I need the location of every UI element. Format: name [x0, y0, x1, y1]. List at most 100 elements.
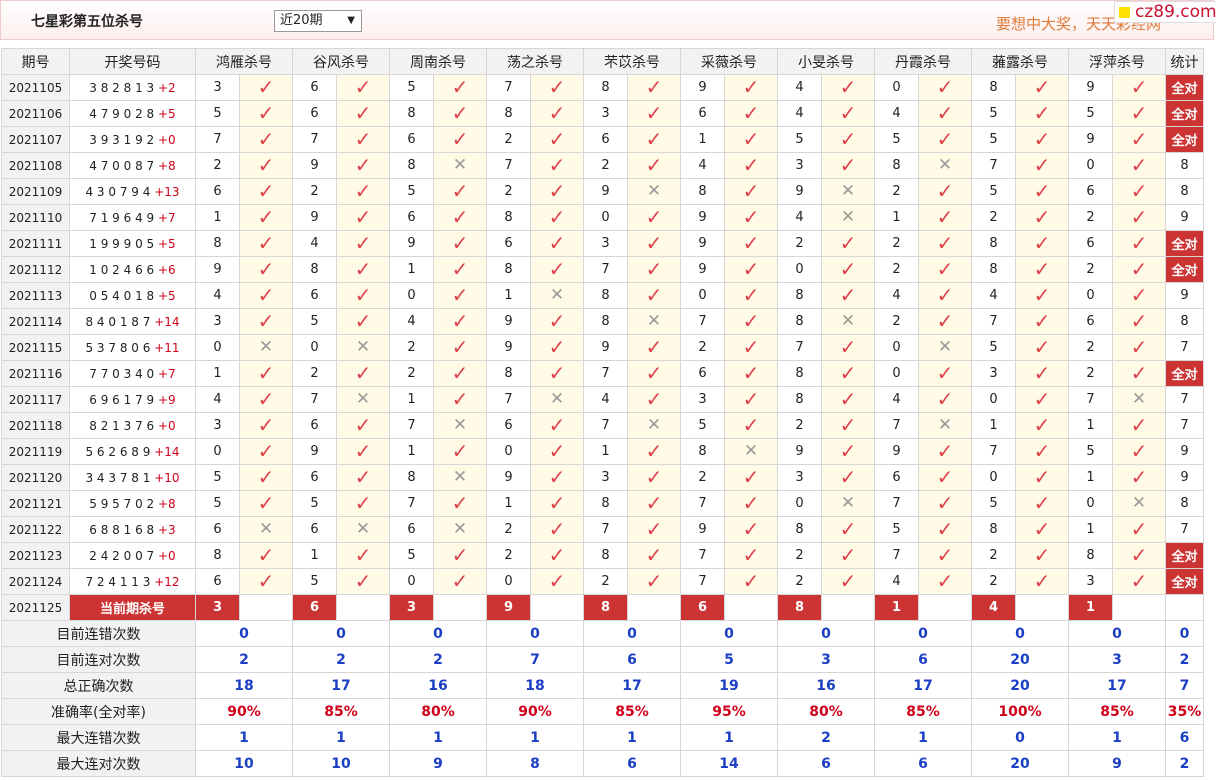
stats-value: 16 [389, 672, 487, 699]
check-icon: ✓ [742, 283, 760, 307]
cross-icon: ✕ [452, 155, 468, 175]
kill-number-cell: 7 [680, 308, 725, 335]
issue-cell: 2021111 [1, 230, 70, 257]
check-icon: ✓ [257, 387, 275, 411]
check-icon: ✓ [839, 543, 857, 567]
check-icon: ✓ [1033, 439, 1051, 463]
result-mark-cell: ✓ [1112, 360, 1166, 387]
result-mark-cell: ✓ [627, 386, 681, 413]
kill-number-cell: 1 [874, 204, 919, 231]
draw-cell: 7 1 9 6 4 9 +7 [69, 204, 196, 231]
check-icon: ✓ [1130, 231, 1148, 255]
result-mark-cell: ✓ [724, 282, 778, 309]
kill-number-cell: 7 [583, 360, 628, 387]
kill-number-cell: 6 [486, 412, 531, 439]
result-mark-cell: ✓ [918, 490, 972, 517]
kill-number-cell: 2 [1068, 204, 1113, 231]
kill-number-cell: 2 [1068, 360, 1113, 387]
correct-count-cell: 9 [1165, 438, 1204, 465]
kill-number-cell: 4 [971, 282, 1016, 309]
check-icon: ✓ [645, 153, 663, 177]
cross-icon: ✕ [355, 519, 371, 539]
issue-cell: 2021106 [1, 100, 70, 127]
result-mark-cell: ✓ [821, 412, 875, 439]
col-header-expert: 采薇杀号 [680, 48, 778, 75]
result-mark-cell: ✓ [239, 74, 293, 101]
result-mark-cell: ✕ [1112, 386, 1166, 413]
kill-number-cell: 0 [195, 334, 240, 361]
result-mark-cell: ✓ [239, 308, 293, 335]
check-icon: ✓ [742, 75, 760, 99]
kill-number-cell: 0 [1068, 490, 1113, 517]
draw-numbers: 3 8 2 8 1 3 [89, 80, 155, 95]
check-icon: ✓ [742, 179, 760, 203]
table-row: 2021110 7 1 9 6 4 9 +7 1 ✓ 9 ✓ 6 ✓ 8 ✓ 0 ✓ 9 ✓ 4 ✕ 1 ✓ 2 ✓ 2… [1, 204, 1204, 231]
result-mark-cell: ✓ [918, 282, 972, 309]
site-logo[interactable]: cz89.com [1114, 1, 1216, 23]
result-mark-cell: ✓ [530, 230, 584, 257]
result-mark-cell: ✓ [336, 178, 390, 205]
result-mark-cell: ✓ [627, 542, 681, 569]
correct-count-cell: 7 [1165, 334, 1204, 361]
kill-number-cell: 7 [583, 516, 628, 543]
result-mark-cell: ✓ [724, 230, 778, 257]
kill-number-cell: 8 [777, 308, 822, 335]
kill-number-cell: 8 [583, 74, 628, 101]
kill-number-cell: 3 [195, 74, 240, 101]
kill-number-cell: 2 [971, 568, 1016, 595]
result-mark-cell: ✓ [239, 126, 293, 153]
draw-numbers: 6 9 6 1 7 9 [89, 392, 155, 407]
result-mark-cell: ✓ [821, 334, 875, 361]
table-row: 2021121 5 9 5 7 0 2 +8 5 ✓ 5 ✓ 7 ✓ 1 ✓ 8 ✓ 7 ✓ 0 ✕ 7 ✓ 5 ✓ 0… [1, 490, 1204, 517]
result-mark-cell: ✕ [336, 386, 390, 413]
cross-icon: ✕ [258, 337, 274, 357]
kill-number-cell: 2 [777, 568, 822, 595]
correct-count-cell: 7 [1165, 516, 1204, 543]
result-mark-cell: ✓ [918, 100, 972, 127]
stats-value: 1 [195, 724, 293, 751]
all-correct-badge: 全对 [1165, 256, 1204, 283]
check-icon: ✓ [354, 205, 372, 229]
draw-cell: 1 9 9 9 0 5 +5 [69, 230, 196, 257]
result-mark-cell: ✓ [433, 256, 487, 283]
check-icon: ✓ [645, 543, 663, 567]
table-row: 2021115 5 3 7 8 0 6 +11 0 ✕ 0 ✕ 2 ✓ 9 ✓ 9 ✓ 2 ✓ 7 ✓ 0 ✕ 5 ✓… [1, 334, 1204, 361]
result-mark-cell: ✓ [627, 516, 681, 543]
kill-number-cell: 3 [1068, 568, 1113, 595]
kill-number-cell: 8 [486, 256, 531, 283]
check-icon: ✓ [1033, 543, 1051, 567]
check-icon: ✓ [839, 517, 857, 541]
check-icon: ✓ [1033, 361, 1051, 385]
result-mark-cell: ✓ [627, 230, 681, 257]
stats-value: 85% [1068, 698, 1166, 725]
stats-total: 6 [1165, 724, 1204, 751]
kill-number-cell: 9 [777, 438, 822, 465]
result-mark-cell: ✓ [821, 126, 875, 153]
stats-value: 5 [680, 646, 778, 673]
check-icon: ✓ [936, 231, 954, 255]
check-icon: ✓ [1033, 205, 1051, 229]
result-mark-cell: ✓ [239, 490, 293, 517]
stats-value: 85% [583, 698, 681, 725]
check-icon: ✓ [548, 179, 566, 203]
stats-value: 85% [292, 698, 390, 725]
period-select[interactable]: 近20期 ▼ [274, 10, 362, 32]
stats-row: 目前连对次数 2 2 2 7 6 5 3 6 20 3 2 [1, 646, 1204, 673]
cross-icon: ✕ [452, 519, 468, 539]
kill-number-cell: 1 [486, 282, 531, 309]
kill-number-cell: 5 [971, 490, 1016, 517]
result-mark-cell: ✓ [336, 100, 390, 127]
kill-number-cell: 2 [1068, 334, 1113, 361]
draw-plus-number: +8 [158, 158, 176, 173]
table-row: 2021114 8 4 0 1 8 7 +14 3 ✓ 5 ✓ 4 ✓ 9 ✓ 8 ✕ 7 ✓ 8 ✕ 2 ✓ 7 ✓… [1, 308, 1204, 335]
col-header-expert: 周南杀号 [389, 48, 487, 75]
draw-cell: 8 2 1 3 7 6 +0 [69, 412, 196, 439]
col-header-expert: 荡之杀号 [486, 48, 584, 75]
result-mark-cell: ✓ [336, 360, 390, 387]
empty-cell [627, 594, 681, 621]
kill-number-cell: 2 [486, 126, 531, 153]
draw-plus-number: +5 [158, 236, 176, 251]
col-header-stat: 统计 [1165, 48, 1204, 75]
check-icon: ✓ [742, 387, 760, 411]
check-icon: ✓ [1130, 101, 1148, 125]
